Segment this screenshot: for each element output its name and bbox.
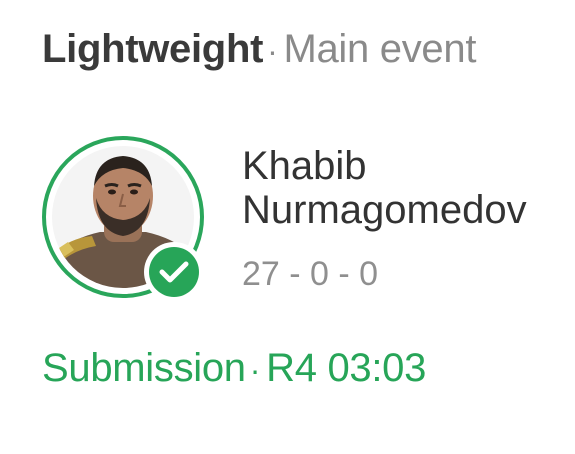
fight-result: Submission · R4 03:03 bbox=[42, 343, 426, 395]
winner-badge bbox=[144, 242, 204, 302]
result-method: Submission bbox=[42, 346, 246, 390]
header-separator: · bbox=[267, 33, 278, 69]
fighter-first-name: Khabib bbox=[242, 144, 367, 188]
fighter-card[interactable]: Khabib Nurmagomedov 27 - 0 - 0 bbox=[42, 136, 575, 306]
weight-class-label: Lightweight bbox=[42, 27, 264, 71]
fighter-record: 27 - 0 - 0 bbox=[242, 255, 379, 293]
event-type-label: Main event bbox=[283, 27, 477, 71]
result-round-time: R4 03:03 bbox=[266, 346, 427, 390]
fighter-avatar[interactable] bbox=[42, 136, 204, 302]
fighter-name[interactable]: Khabib Nurmagomedov bbox=[242, 144, 527, 232]
fighter-last-name: Nurmagomedov bbox=[242, 188, 527, 232]
result-separator: · bbox=[249, 352, 261, 388]
checkmark-icon bbox=[149, 247, 199, 297]
fight-header: Lightweight · Main event bbox=[42, 24, 476, 76]
